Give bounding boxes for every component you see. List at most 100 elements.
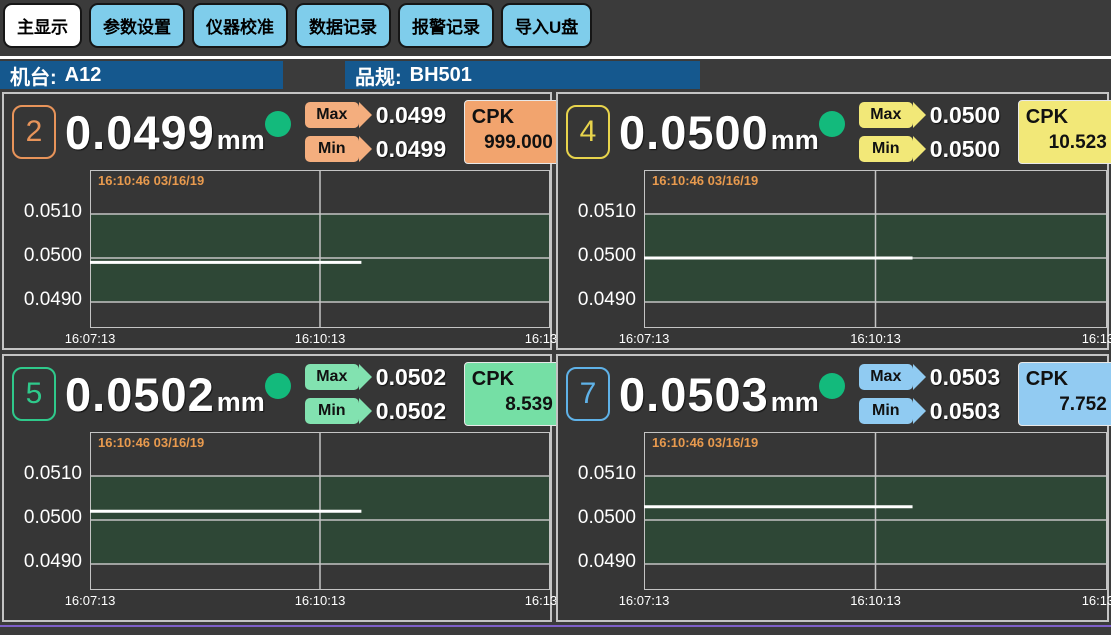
- trend-chart: 0.0510 0.0500 0.0490 16:10:46 03/16/19 1…: [4, 432, 550, 620]
- cpk-value: 10.523: [1026, 130, 1107, 156]
- channel-number: 7: [566, 367, 610, 421]
- cpk-box: CPK 7.752: [1018, 362, 1111, 426]
- y-tick-label: 0.0490: [4, 551, 82, 573]
- machine-info-bar: 机台: A12: [0, 61, 283, 89]
- tab-parameter-settings[interactable]: 参数设置: [89, 3, 185, 48]
- y-tick-label: 0.0500: [4, 245, 82, 267]
- tab-alarm-record[interactable]: 报警记录: [398, 3, 494, 48]
- channel-panel: 4 0.0500 mm Max 0.0500 Min 0.0500 CPK 10…: [556, 92, 1109, 350]
- min-badge: Min: [305, 398, 359, 424]
- chart-timestamp: 16:10:46 03/16/19: [652, 435, 758, 450]
- measurement-unit: mm: [217, 125, 265, 156]
- y-tick-label: 0.0490: [4, 289, 82, 311]
- max-badge: Max: [305, 364, 359, 390]
- channel-number: 5: [12, 367, 56, 421]
- measurement-number: 0.0502: [65, 367, 215, 422]
- measurement-value: 0.0499 mm: [65, 105, 265, 160]
- chart-timestamp: 16:10:46 03/16/19: [652, 173, 758, 188]
- channel-number: 2: [12, 105, 56, 159]
- measurement-unit: mm: [771, 387, 819, 418]
- measurement-number: 0.0500: [619, 105, 769, 160]
- panel-header: 5 0.0502 mm Max 0.0502 Min 0.0502 CPK 8.…: [4, 356, 550, 432]
- min-badge: Min: [305, 136, 359, 162]
- chart-timestamp: 16:10:46 03/16/19: [98, 435, 204, 450]
- measurement-unit: mm: [217, 387, 265, 418]
- min-badge: Min: [859, 136, 913, 162]
- tab-instrument-calibration[interactable]: 仪器校准: [192, 3, 288, 48]
- x-tick-label: 16:13:13: [1082, 331, 1111, 346]
- chart-plot: [90, 170, 550, 328]
- panel-header: 7 0.0503 mm Max 0.0503 Min 0.0503 CPK 7.…: [558, 356, 1107, 432]
- cpk-value: 999.000: [472, 130, 553, 156]
- cpk-label: CPK: [1026, 104, 1107, 130]
- panel-header: 2 0.0499 mm Max 0.0499 Min 0.0499 CPK 99…: [4, 94, 550, 170]
- minmax-group: Max 0.0502 Min 0.0502: [305, 364, 454, 425]
- x-tick-label: 16:07:13: [619, 593, 670, 608]
- minmax-group: Max 0.0503 Min 0.0503: [859, 364, 1008, 425]
- max-value: 0.0500: [930, 102, 1008, 129]
- status-indicator: [265, 111, 291, 137]
- y-tick-label: 0.0510: [4, 463, 82, 485]
- product-value: BH501: [410, 64, 472, 87]
- tab-data-record[interactable]: 数据记录: [295, 3, 391, 48]
- channel-panel: 2 0.0499 mm Max 0.0499 Min 0.0499 CPK 99…: [2, 92, 552, 350]
- y-tick-label: 0.0510: [4, 201, 82, 223]
- y-tick-label: 0.0490: [558, 551, 636, 573]
- cpk-box: CPK 999.000: [464, 100, 561, 164]
- product-info-bar: 品规: BH501: [345, 61, 700, 89]
- min-value: 0.0502: [376, 398, 454, 425]
- y-tick-label: 0.0500: [558, 507, 636, 529]
- chart-plot: [644, 432, 1107, 590]
- cpk-value: 8.539: [472, 392, 553, 418]
- cpk-label: CPK: [472, 366, 553, 392]
- measurement-value: 0.0502 mm: [65, 367, 265, 422]
- cpk-label: CPK: [1026, 366, 1107, 392]
- max-value: 0.0503: [930, 364, 1008, 391]
- panel-header: 4 0.0500 mm Max 0.0500 Min 0.0500 CPK 10…: [558, 94, 1107, 170]
- status-indicator: [819, 111, 845, 137]
- min-value: 0.0503: [930, 398, 1008, 425]
- channel-panel: 5 0.0502 mm Max 0.0502 Min 0.0502 CPK 8.…: [2, 354, 552, 622]
- chart-plot: [644, 170, 1107, 328]
- trend-chart: 0.0510 0.0500 0.0490 16:10:46 03/16/19 1…: [558, 170, 1107, 348]
- max-value: 0.0502: [376, 364, 454, 391]
- x-tick-label: 16:10:13: [850, 593, 901, 608]
- y-tick-label: 0.0500: [558, 245, 636, 267]
- x-tick-label: 16:10:13: [295, 593, 346, 608]
- min-value: 0.0500: [930, 136, 1008, 163]
- y-tick-label: 0.0500: [4, 507, 82, 529]
- status-indicator: [265, 373, 291, 399]
- channel-number: 4: [566, 105, 610, 159]
- y-tick-label: 0.0490: [558, 289, 636, 311]
- measurement-unit: mm: [771, 125, 819, 156]
- x-tick-label: 16:07:13: [65, 331, 116, 346]
- max-badge: Max: [305, 102, 359, 128]
- chart-timestamp: 16:10:46 03/16/19: [98, 173, 204, 188]
- trend-chart: 0.0510 0.0500 0.0490 16:10:46 03/16/19 1…: [4, 170, 550, 348]
- x-tick-label: 16:10:13: [295, 331, 346, 346]
- chart-plot: [90, 432, 550, 590]
- measurement-value: 0.0503 mm: [619, 367, 819, 422]
- y-tick-label: 0.0510: [558, 201, 636, 223]
- cpk-label: CPK: [472, 104, 553, 130]
- x-tick-label: 16:13:13: [1082, 593, 1111, 608]
- channel-panel: 7 0.0503 mm Max 0.0503 Min 0.0503 CPK 7.…: [556, 354, 1109, 622]
- min-value: 0.0499: [376, 136, 454, 163]
- y-tick-label: 0.0510: [558, 463, 636, 485]
- tab-import-usb[interactable]: 导入U盘: [501, 3, 592, 48]
- x-tick-label: 16:07:13: [619, 331, 670, 346]
- x-tick-label: 16:07:13: [65, 593, 116, 608]
- trend-chart: 0.0510 0.0500 0.0490 16:10:46 03/16/19 1…: [558, 432, 1107, 620]
- separator-line: [0, 56, 1111, 59]
- machine-label: 机台:: [10, 61, 57, 90]
- measurement-number: 0.0499: [65, 105, 215, 160]
- tab-main-display[interactable]: 主显示: [3, 3, 82, 48]
- max-badge: Max: [859, 364, 913, 390]
- machine-value: A12: [65, 64, 102, 87]
- tab-bar: 主显示 参数设置 仪器校准 数据记录 报警记录 导入U盘: [3, 3, 592, 48]
- max-value: 0.0499: [376, 102, 454, 129]
- window-bottom-edge: [0, 625, 1111, 627]
- minmax-group: Max 0.0500 Min 0.0500: [859, 102, 1008, 163]
- max-badge: Max: [859, 102, 913, 128]
- min-badge: Min: [859, 398, 913, 424]
